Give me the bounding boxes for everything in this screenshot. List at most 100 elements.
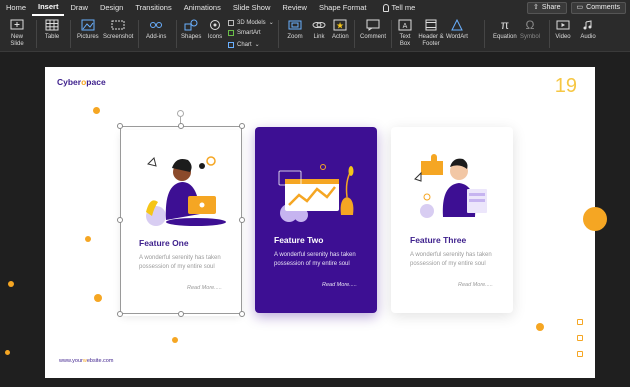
brand-logo: Cyberopace <box>57 77 106 87</box>
icons-button[interactable]: Icons <box>207 18 223 41</box>
selection-box[interactable] <box>120 126 242 314</box>
resize-handle-se[interactable] <box>239 311 245 317</box>
wordart-button[interactable]: WordArt <box>446 18 468 41</box>
3d-models-button[interactable]: 3D Models ⌄ <box>228 19 274 26</box>
decor-dot <box>536 323 544 331</box>
resize-handle-sw[interactable] <box>117 311 123 317</box>
lightbulb-icon <box>382 4 389 12</box>
chart-label: Chart <box>237 41 252 48</box>
read-more-link[interactable]: Read More..... <box>322 282 357 288</box>
new-slide-icon <box>9 18 25 32</box>
omega-icon: Ω <box>525 17 535 32</box>
comment-bubble-icon: ▭ <box>576 4 584 11</box>
resize-handle-w[interactable] <box>117 217 123 223</box>
svg-text:A: A <box>403 23 408 30</box>
audio-label: Audio <box>580 34 596 40</box>
share-button[interactable]: ⇧ Share <box>526 2 567 14</box>
text-box-label: Text Box <box>399 34 411 47</box>
zoom-label: Zoom <box>287 34 303 40</box>
svg-text:★: ★ <box>336 21 344 31</box>
header-footer-button[interactable]: Header & Footer <box>418 18 444 48</box>
tab-slide-show[interactable]: Slide Show <box>227 0 277 16</box>
zoom-icon <box>287 18 303 32</box>
link-button[interactable]: Link <box>311 18 327 41</box>
text-box-button[interactable]: A Text Box <box>397 18 413 48</box>
card-description: A wonderful serenity has taken possessio… <box>410 252 492 267</box>
resize-handle-s[interactable] <box>178 311 184 317</box>
action-button[interactable]: ★ Action <box>332 18 349 41</box>
feature-card-two[interactable]: Feature Two A wonderful serenity has tak… <box>255 127 377 313</box>
smartart-button[interactable]: SmartArt <box>228 30 261 36</box>
twitter-icon[interactable] <box>577 319 583 325</box>
slide-canvas: Cyberopace 19 Feature One A wonderful se… <box>0 52 630 387</box>
video-icon <box>555 18 571 32</box>
browser-chart-illustration <box>278 164 354 222</box>
insert-ribbon: New Slide Table Pictures Screenshot Add-… <box>0 16 630 52</box>
resize-handle-e[interactable] <box>239 217 245 223</box>
pictures-button[interactable]: Pictures <box>77 18 99 41</box>
chevron-down-icon: ⌄ <box>268 20 274 26</box>
feature-card-three[interactable]: Feature Three A wonderful serenity has t… <box>391 127 513 313</box>
pi-icon: π <box>500 17 509 32</box>
shapes-icon <box>183 18 199 32</box>
equation-button[interactable]: π Equation <box>493 18 517 41</box>
ribbon-tab-bar: Home Insert Draw Design Transitions Anim… <box>0 0 630 16</box>
pictures-label: Pictures <box>77 34 99 40</box>
decor-dot <box>85 236 91 242</box>
tab-review[interactable]: Review <box>276 0 313 16</box>
comments-button[interactable]: ▭ Comments <box>570 2 626 14</box>
rotate-handle[interactable] <box>177 110 184 117</box>
star-action-icon: ★ <box>332 18 348 32</box>
card-title: Feature Two <box>274 235 324 245</box>
add-ins-icon <box>148 18 164 32</box>
decor-dot <box>8 281 14 287</box>
header-footer-label: Header & Footer <box>418 34 444 47</box>
page-number: 19 <box>554 75 577 97</box>
video-button[interactable]: Video <box>555 18 571 41</box>
text-box-icon: A <box>397 18 413 32</box>
table-button[interactable]: Table <box>44 18 60 41</box>
tab-insert[interactable]: Insert <box>32 0 65 16</box>
share-label: Share <box>541 4 561 11</box>
chart-icon <box>228 41 234 48</box>
symbol-button[interactable]: Ω Symbol <box>520 18 540 41</box>
smartart-label: SmartArt <box>237 30 261 36</box>
zoom-button[interactable]: Zoom <box>287 18 303 41</box>
add-ins-button[interactable]: Add-ins <box>146 18 166 41</box>
symbol-label: Symbol <box>520 34 541 40</box>
chart-button[interactable]: Chart ⌄ <box>228 41 260 48</box>
tab-design[interactable]: Design <box>94 0 129 16</box>
decor-dot <box>5 350 10 355</box>
screenshot-label: Screenshot <box>103 34 134 40</box>
equation-label: Equation <box>493 34 517 40</box>
tab-draw[interactable]: Draw <box>64 0 94 16</box>
website-url: www.yourwebsite.com <box>59 358 114 364</box>
tab-transitions[interactable]: Transitions <box>129 0 177 16</box>
shapes-button[interactable]: Shapes <box>181 18 201 41</box>
decor-dot <box>94 294 102 302</box>
audio-icon <box>580 18 596 32</box>
shapes-label: Shapes <box>181 34 202 40</box>
linkedin-icon[interactable] <box>577 351 583 357</box>
comment-button[interactable]: Comment <box>360 18 386 41</box>
screenshot-button[interactable]: Screenshot <box>103 18 133 41</box>
card-description: A wonderful serenity has taken possessio… <box>274 252 356 267</box>
link-label: Link <box>313 34 325 40</box>
tab-animations[interactable]: Animations <box>178 0 227 16</box>
facebook-icon[interactable] <box>577 335 583 341</box>
resize-handle-ne[interactable] <box>239 123 245 129</box>
read-more-link[interactable]: Read More..... <box>458 282 493 288</box>
tab-home[interactable]: Home <box>0 0 32 16</box>
powerpoint-window: Home Insert Draw Design Transitions Anim… <box>0 0 630 387</box>
tell-me-search[interactable]: Tell me <box>377 0 422 16</box>
resize-handle-n[interactable] <box>178 123 184 129</box>
screenshot-icon <box>110 18 126 32</box>
person-puzzle-illustration <box>414 154 487 218</box>
tab-shape-format[interactable]: Shape Format <box>313 0 373 16</box>
cube-icon <box>228 19 234 26</box>
audio-button[interactable]: Audio <box>580 18 596 41</box>
3d-models-label: 3D Models <box>237 19 266 26</box>
resize-handle-nw[interactable] <box>117 123 123 129</box>
new-slide-button[interactable]: New Slide <box>6 18 28 48</box>
decor-dot-large <box>583 207 607 231</box>
